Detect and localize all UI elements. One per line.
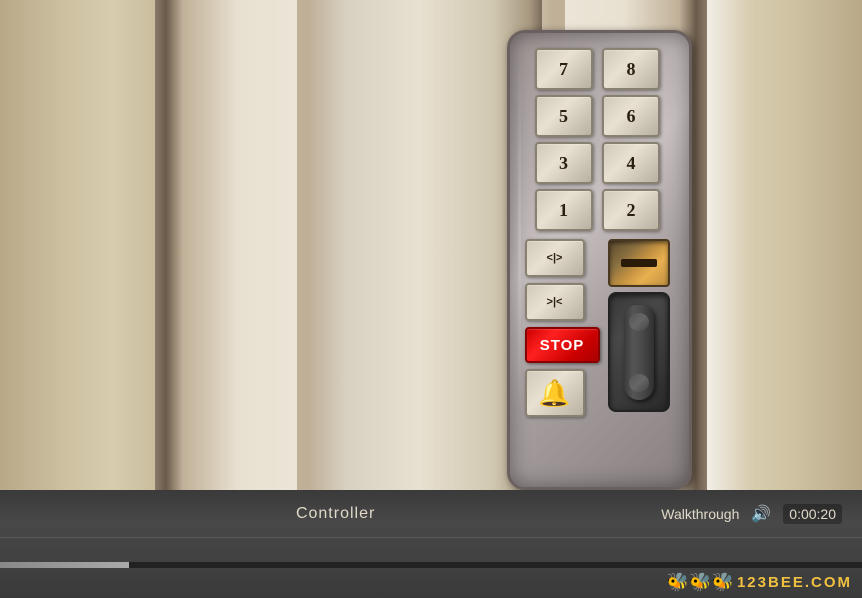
number-grid: 7 8 5 6 3 4 1 2	[535, 48, 665, 231]
floor-btn-2[interactable]: 2	[602, 189, 660, 231]
walkthrough-label: Walkthrough	[661, 506, 739, 522]
bottom-bar-bottom: 🐝🐝🐝 123BEE.COM	[0, 538, 862, 598]
left-controls: <|> >|< STOP 🔔	[525, 239, 600, 417]
controller-label: Controller	[10, 505, 661, 523]
bell-icon: 🔔	[538, 378, 570, 409]
floor-btn-1[interactable]: 1	[535, 189, 593, 231]
control-row: <|> >|< STOP 🔔	[525, 239, 675, 417]
bottom-bar: Controller Walkthrough 🔊 0:00:20 🐝🐝🐝 123…	[0, 490, 862, 598]
elevator-scene: 7 8 5 6 3 4 1 2 <|> >|< STOP 🔔	[0, 0, 862, 490]
logo-bees-icon: 🐝🐝🐝	[667, 572, 734, 593]
bell-btn[interactable]: 🔔	[525, 369, 585, 417]
right-wall	[702, 0, 862, 490]
control-panel: 7 8 5 6 3 4 1 2 <|> >|< STOP 🔔	[507, 30, 692, 490]
phone-handset	[624, 305, 654, 400]
floor-btn-3[interactable]: 3	[535, 142, 593, 184]
card-slot	[621, 259, 657, 267]
floor-btn-7[interactable]: 7	[535, 48, 593, 90]
stop-btn[interactable]: STOP	[525, 327, 600, 363]
timer-label: 0:00:20	[783, 504, 842, 524]
floor-btn-6[interactable]: 6	[602, 95, 660, 137]
right-controls-bar: Walkthrough 🔊 0:00:20	[661, 504, 852, 524]
floor-btn-8[interactable]: 8	[602, 48, 660, 90]
panel-shine	[518, 53, 521, 416]
right-panel	[608, 239, 670, 412]
floor-btn-4[interactable]: 4	[602, 142, 660, 184]
phone-holder	[608, 292, 670, 412]
door-close-btn[interactable]: >|<	[525, 283, 585, 321]
door-open-btn[interactable]: <|>	[525, 239, 585, 277]
floor-btn-5[interactable]: 5	[535, 95, 593, 137]
logo: 🐝🐝🐝 123BEE.COM	[667, 572, 852, 593]
card-reader[interactable]	[608, 239, 670, 287]
bottom-bar-top: Controller Walkthrough 🔊 0:00:20	[0, 490, 862, 538]
left-wall	[0, 0, 160, 490]
speaker-icon[interactable]: 🔊	[751, 504, 771, 524]
logo-text: 123BEE.COM	[737, 574, 852, 591]
door-right	[297, 0, 542, 490]
